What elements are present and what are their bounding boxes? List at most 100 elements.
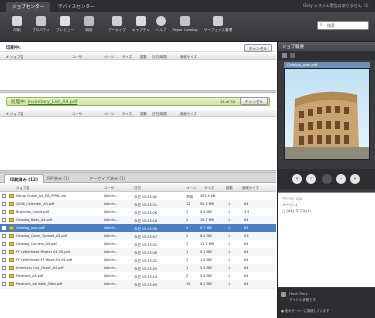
cell-size: 0.7 MB (200, 226, 212, 230)
cell-name: Postcard_variable_Sites.pdf (16, 282, 63, 286)
row-checkbox[interactable] (2, 282, 6, 286)
system-alert-text: Fiery システム警告はありません（Ⅰ） (303, 3, 371, 8)
cell-name: Inventory List_Cover_A4.pdf (16, 266, 64, 270)
cell-user: Admin... (104, 202, 119, 206)
connection-status: ● 他のサーバーに接続しています (281, 309, 330, 313)
info-line-1: ページ: 1 (282, 203, 298, 207)
server-icon (281, 292, 286, 297)
page-label: ページ: 1/4 (282, 196, 302, 201)
paper-catalog-icon (180, 16, 190, 26)
tab-printed[interactable]: 印刷済み (12) (4, 174, 44, 183)
printing-filename[interactable]: Inventory_List_A4.pdf (28, 100, 78, 105)
list-view-icon[interactable] (290, 53, 295, 58)
row-checkbox[interactable] (2, 202, 6, 206)
cell-name: Catalog_Body_A4.pdf (16, 218, 53, 222)
thumbnail-view-icon[interactable] (282, 53, 287, 58)
row-checkbox[interactable] (2, 194, 6, 198)
paper-catalog-button[interactable]: Paper Catalog (168, 14, 202, 40)
next-page-button[interactable]: › (336, 174, 346, 184)
printing-status-bar: 処理中: Inventory_List_A4.pdf 24 of 33 (6, 97, 270, 106)
spooling-cancel-button[interactable]: キャンセル (244, 44, 272, 52)
table-row[interactable]: Catalog_Body_A4.pdf Admin... 今日 15:24:16 2 1… (0, 216, 276, 224)
print-icon (12, 16, 22, 26)
job-info-box: ページ: 1/4 ページ: 1 □ [A4] ダブル(1) (278, 192, 375, 287)
row-checkbox[interactable] (2, 226, 6, 230)
pdf-file-icon (9, 234, 14, 238)
cell-user: Admin... (104, 274, 119, 278)
surface-icon (213, 16, 223, 26)
cell-size: 19.7 MB (200, 218, 214, 222)
cell-paper: A4 (244, 274, 249, 278)
cell-paper: A4 (244, 250, 249, 254)
row-checkbox[interactable] (2, 258, 6, 262)
table-row[interactable]: FF Letterhead-FF Word A4 VS.pdf Admin... 今… (0, 256, 276, 264)
page-indicator (322, 174, 332, 184)
cell-user: Admin... (104, 250, 119, 254)
cell-copies: 1 (228, 218, 231, 222)
preview-icon (60, 16, 70, 26)
cell-pages: 2 (186, 274, 189, 278)
cell-date: 今日 15:24:16 (134, 219, 158, 223)
last-page-button[interactable]: » (350, 174, 360, 184)
table-row[interactable]: Catalog_Corners_A4.pdf Admin... 今日 15:23:5… (0, 240, 276, 248)
cell-copies: 1 (228, 250, 231, 254)
tab-device-center[interactable]: デバイスセンター (52, 2, 101, 12)
row-checkbox[interactable] (2, 210, 6, 214)
table-row[interactable]: 2006_Calendar_A4.pdf Admin... 今日 15:24:31 1… (0, 200, 276, 208)
row-checkbox[interactable] (2, 242, 6, 246)
cell-date: 今日 15:24:26 (134, 211, 158, 215)
prev-page-button[interactable]: ‹ (306, 174, 316, 184)
printing-list (0, 117, 276, 170)
table-row[interactable]: Postcard_variable_Sites.pdf Admin... 今日 15… (0, 280, 276, 288)
cell-user: Admin... (104, 258, 119, 262)
tab-job-center[interactable]: ジョブセンター (6, 2, 51, 12)
cell-size: 5.3 MB (200, 266, 212, 270)
table-row[interactable]: Catalog_Cover_Spread_A3.pdf Admin... 今日 15… (0, 232, 276, 240)
row-checkbox[interactable] (2, 266, 6, 270)
first-page-button[interactable]: « (292, 174, 302, 184)
pdf-file-icon (9, 282, 14, 286)
job-summary-title: ジョブ概要 (278, 42, 375, 51)
row-checkbox[interactable] (2, 250, 6, 254)
page-thumbnail[interactable] (284, 68, 370, 160)
cell-name: Catalog_Cover_Spread_A3.pdf (16, 234, 68, 238)
cell-paper: A4 (244, 218, 249, 222)
cell-date: 今日 15:24:31 (134, 203, 158, 207)
table-row[interactable]: Setup Guide_A4_GB_PPML.zip Admin... 今日 15:… (0, 192, 276, 200)
delete-button[interactable]: 削除 (74, 14, 104, 40)
cell-paper: A3 (244, 234, 249, 238)
printing-cancel-button[interactable]: キャンセル (240, 97, 268, 105)
cell-date: 今日 15:23:31 (134, 259, 158, 263)
table-row[interactable]: Business_Cards.pdf Admin... 今日 15:24:26 1 0.… (0, 208, 276, 216)
table-row[interactable]: Postcard_A4.pdf Admin... 今日 15:23:14 2 5.4 M… (0, 272, 276, 280)
printing-column-header: # ジョブ名 ユーザ ページ サイズ 部数 日付/時間 用紙サイズ (0, 110, 276, 117)
info-line-2[interactable]: □ [A4] ダブル(1) (282, 209, 311, 214)
row-checkbox[interactable] (2, 274, 6, 278)
tab-ripped[interactable]: RIP済み (1) (42, 174, 74, 183)
table-row[interactable]: Inventory List_Cover_A4.pdf Admin... 今日 15… (0, 264, 276, 272)
cell-copies: 1 (228, 266, 231, 270)
row-checkbox[interactable] (2, 218, 6, 222)
job-list-tabs: 印刷済み (12) RIP済み (1) アーカイブ済み (1) (0, 173, 276, 183)
main-toolbar: 印刷 プロパティ プレビュー 削除 アーカイブ キャプチャ ヘルプ Paper … (0, 12, 375, 42)
cell-paper: A4 (244, 266, 249, 270)
surface-manager-button[interactable]: サーフェイス管理 (200, 14, 236, 40)
cell-copies: 1 (228, 210, 231, 214)
cell-pages: 1 (186, 250, 189, 254)
cell-date: 今日 15:24:08 (134, 227, 158, 231)
cell-pages: 12 (186, 202, 191, 206)
tab-archived[interactable]: アーカイブ済み (1) (84, 174, 130, 183)
table-row[interactable]: Catalog_Joon.pdf Admin... 今日 15:24:08 4 0.7 … (0, 224, 276, 232)
table-row[interactable]: FF Letterhead Master A4 VS.pdf Admin... 今日… (0, 248, 276, 256)
cell-size: 1.4 MB (200, 258, 212, 262)
search-input[interactable]: ⌕ 検索 (317, 21, 369, 30)
app-tab-bar: ジョブセンター デバイスセンター Fiery システム警告はありません（Ⅰ） (0, 0, 375, 12)
pdf-file-icon (9, 258, 14, 262)
cell-user: Admin... (104, 226, 119, 230)
pdf-file-icon (9, 242, 14, 246)
row-checkbox[interactable] (2, 234, 6, 238)
cell-copies: 1 (228, 242, 231, 246)
cell-date: 今日 15:23:36 (134, 251, 158, 255)
cell-paper: A4 (244, 258, 249, 262)
cell-size: 0.1 MB (200, 250, 212, 254)
